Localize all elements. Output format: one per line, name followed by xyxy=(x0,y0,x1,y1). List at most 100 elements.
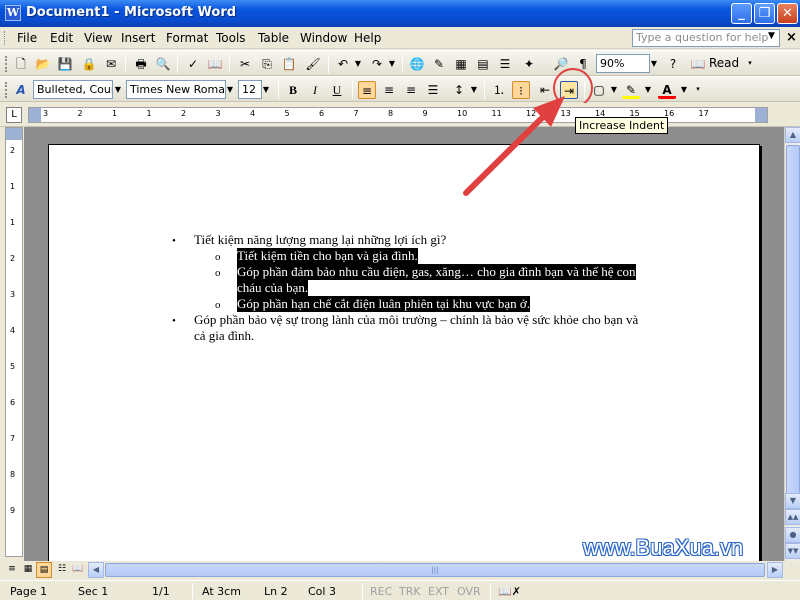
open-folder-icon[interactable]: 📂 xyxy=(34,55,52,73)
borders-dropdown-icon[interactable]: ▼ xyxy=(608,80,620,99)
status-trk[interactable]: TRK xyxy=(399,585,421,598)
line-spacing-icon[interactable]: ↕ xyxy=(450,81,468,99)
style-dropdown-icon[interactable]: ▼ xyxy=(112,80,124,99)
web-layout-icon[interactable]: ▦ xyxy=(20,562,36,578)
undo-dropdown-icon[interactable]: ▼ xyxy=(352,54,364,73)
read-icon[interactable]: 📖 xyxy=(690,55,706,73)
list-item-text[interactable]: Tiết kiệm năng lượng mang lại những lợi … xyxy=(194,232,446,248)
next-page-icon[interactable]: ▼▼ xyxy=(785,543,800,559)
menu-view[interactable]: View xyxy=(84,31,112,45)
font-color-dropdown-icon[interactable]: ▼ xyxy=(678,80,690,99)
scroll-up-icon[interactable]: ▲ xyxy=(785,127,800,143)
insert-table-icon[interactable]: ▦ xyxy=(452,55,470,73)
align-center-icon[interactable]: ≡ xyxy=(380,81,398,99)
format-painter-icon[interactable]: 🖌 xyxy=(304,55,322,73)
word-app-icon[interactable]: W xyxy=(5,5,21,21)
ask-dropdown-icon[interactable]: ▼ xyxy=(768,31,775,41)
drawing-icon[interactable]: ✦ xyxy=(520,55,538,73)
outline-view-icon[interactable]: ☷ xyxy=(54,562,70,578)
vertical-scrollbar[interactable]: ▲ ▼ ▲▲ ● ▼▼ xyxy=(784,127,800,561)
vertical-ruler[interactable]: 2 1 1 2 3 4 5 6 7 8 9 xyxy=(5,127,23,557)
help-icon[interactable]: ? xyxy=(664,55,682,73)
page[interactable]: • Tiết kiệm năng lượng mang lại những lợi… xyxy=(48,144,760,561)
document-close-icon[interactable]: × xyxy=(786,30,797,45)
toolbar-options-icon[interactable]: ▾ xyxy=(692,80,704,99)
print-preview-icon[interactable]: 🔍 xyxy=(154,55,172,73)
toolbar-grip[interactable] xyxy=(5,56,8,72)
select-browse-object-icon[interactable]: ● xyxy=(785,527,800,543)
font-dropdown-icon[interactable]: ▼ xyxy=(224,80,236,99)
menu-window[interactable]: Window xyxy=(300,31,347,45)
list-item-text[interactable]: Góp phần đảm bảo nhu cầu điện, gas, xăng… xyxy=(237,264,636,280)
redo-dropdown-icon[interactable]: ▼ xyxy=(386,54,398,73)
toolbar-options-icon[interactable]: ▾ xyxy=(744,54,756,73)
menu-tools[interactable]: Tools xyxy=(216,31,246,45)
menu-format[interactable]: Format xyxy=(166,31,208,45)
list-item-text[interactable]: cả gia đình. xyxy=(194,328,254,344)
document-area[interactable]: • Tiết kiệm năng lượng mang lại những lợi… xyxy=(24,127,784,561)
font-size-combo[interactable]: 12 xyxy=(238,80,262,99)
highlight-dropdown-icon[interactable]: ▼ xyxy=(642,80,654,99)
zoom-dropdown-icon[interactable]: ▼ xyxy=(648,54,660,73)
line-spacing-dropdown-icon[interactable]: ▼ xyxy=(468,80,480,99)
normal-view-icon[interactable]: ≡ xyxy=(4,562,20,578)
menu-file[interactable]: File xyxy=(17,31,37,45)
spelling-icon[interactable]: ✓ xyxy=(184,55,202,73)
font-combo[interactable]: Times New Roman xyxy=(126,80,226,99)
ask-question-input[interactable]: Type a question for help xyxy=(632,29,780,47)
print-layout-icon[interactable]: ▤ xyxy=(36,562,52,578)
align-left-icon[interactable]: ≡ xyxy=(358,81,376,99)
menu-help[interactable]: Help xyxy=(354,31,381,45)
horizontal-scroll-thumb[interactable]: ||| xyxy=(105,563,765,577)
numbering-icon[interactable]: ⒈ xyxy=(490,81,508,99)
tab-selector[interactable]: L xyxy=(6,107,22,123)
scroll-down-icon[interactable]: ▼ xyxy=(785,493,800,509)
reading-layout-icon[interactable]: 📖 xyxy=(70,562,86,578)
email-icon[interactable]: ✉ xyxy=(102,55,120,73)
list-item-text[interactable]: Góp phần hạn chế cắt điện luân phiên tại… xyxy=(237,296,530,312)
restore-button[interactable]: ❐ xyxy=(754,3,775,24)
columns-icon[interactable]: ☰ xyxy=(496,55,514,73)
font-color-icon[interactable]: A xyxy=(658,81,676,99)
list-item-text[interactable]: Góp phần bảo vệ sự trong lành của môi tr… xyxy=(194,312,638,328)
research-icon[interactable]: 📖 xyxy=(206,55,224,73)
bullets-icon[interactable]: ⁝ xyxy=(512,81,530,99)
zoom-combo[interactable]: 90% xyxy=(596,54,650,73)
align-right-icon[interactable]: ≡ xyxy=(402,81,420,99)
copy-icon[interactable]: ⎘ xyxy=(258,55,276,73)
menu-insert[interactable]: Insert xyxy=(121,31,155,45)
permission-icon[interactable]: 🔒 xyxy=(80,55,98,73)
bold-icon[interactable]: B xyxy=(284,81,302,99)
underline-icon[interactable]: U xyxy=(328,81,346,99)
scroll-left-icon[interactable]: ◀ xyxy=(88,562,104,578)
justify-icon[interactable]: ☰ xyxy=(424,81,442,99)
style-combo[interactable]: Bulleted, Couri xyxy=(33,80,113,99)
paste-icon[interactable]: 📋 xyxy=(280,55,298,73)
status-ovr[interactable]: OVR xyxy=(457,585,481,598)
previous-page-icon[interactable]: ▲▲ xyxy=(785,509,800,525)
close-button[interactable]: ✕ xyxy=(777,3,798,24)
undo-icon[interactable]: ↶ xyxy=(334,55,352,73)
redo-icon[interactable]: ↷ xyxy=(368,55,386,73)
new-document-icon[interactable]: 🗋 xyxy=(12,55,30,73)
print-icon[interactable]: 🖶 xyxy=(132,55,150,73)
scroll-right-icon[interactable]: ▶ xyxy=(767,562,783,578)
font-size-dropdown-icon[interactable]: ▼ xyxy=(260,80,272,99)
menu-grip[interactable] xyxy=(4,31,7,45)
vertical-scroll-thumb[interactable] xyxy=(786,145,800,505)
decrease-indent-icon[interactable]: ⇤ xyxy=(536,81,554,99)
insert-excel-icon[interactable]: ▤ xyxy=(474,55,492,73)
list-item-text[interactable]: Tiết kiệm tiền cho bạn và gia đình. xyxy=(237,248,418,264)
read-button[interactable]: Read xyxy=(709,56,739,70)
tables-borders-icon[interactable]: ✎ xyxy=(430,55,448,73)
list-item-text[interactable]: cháu của bạn. xyxy=(237,280,309,296)
status-rec[interactable]: REC xyxy=(370,585,392,598)
hyperlink-icon[interactable]: 🌐 xyxy=(408,55,426,73)
styles-formatting-icon[interactable]: A xyxy=(12,81,30,99)
save-icon[interactable]: 💾 xyxy=(56,55,74,73)
italic-icon[interactable]: I xyxy=(306,81,324,99)
highlight-icon[interactable]: ✎ xyxy=(622,81,640,99)
status-ext[interactable]: EXT xyxy=(428,585,449,598)
menu-table[interactable]: Table xyxy=(258,31,289,45)
minimize-button[interactable]: _ xyxy=(731,3,752,24)
